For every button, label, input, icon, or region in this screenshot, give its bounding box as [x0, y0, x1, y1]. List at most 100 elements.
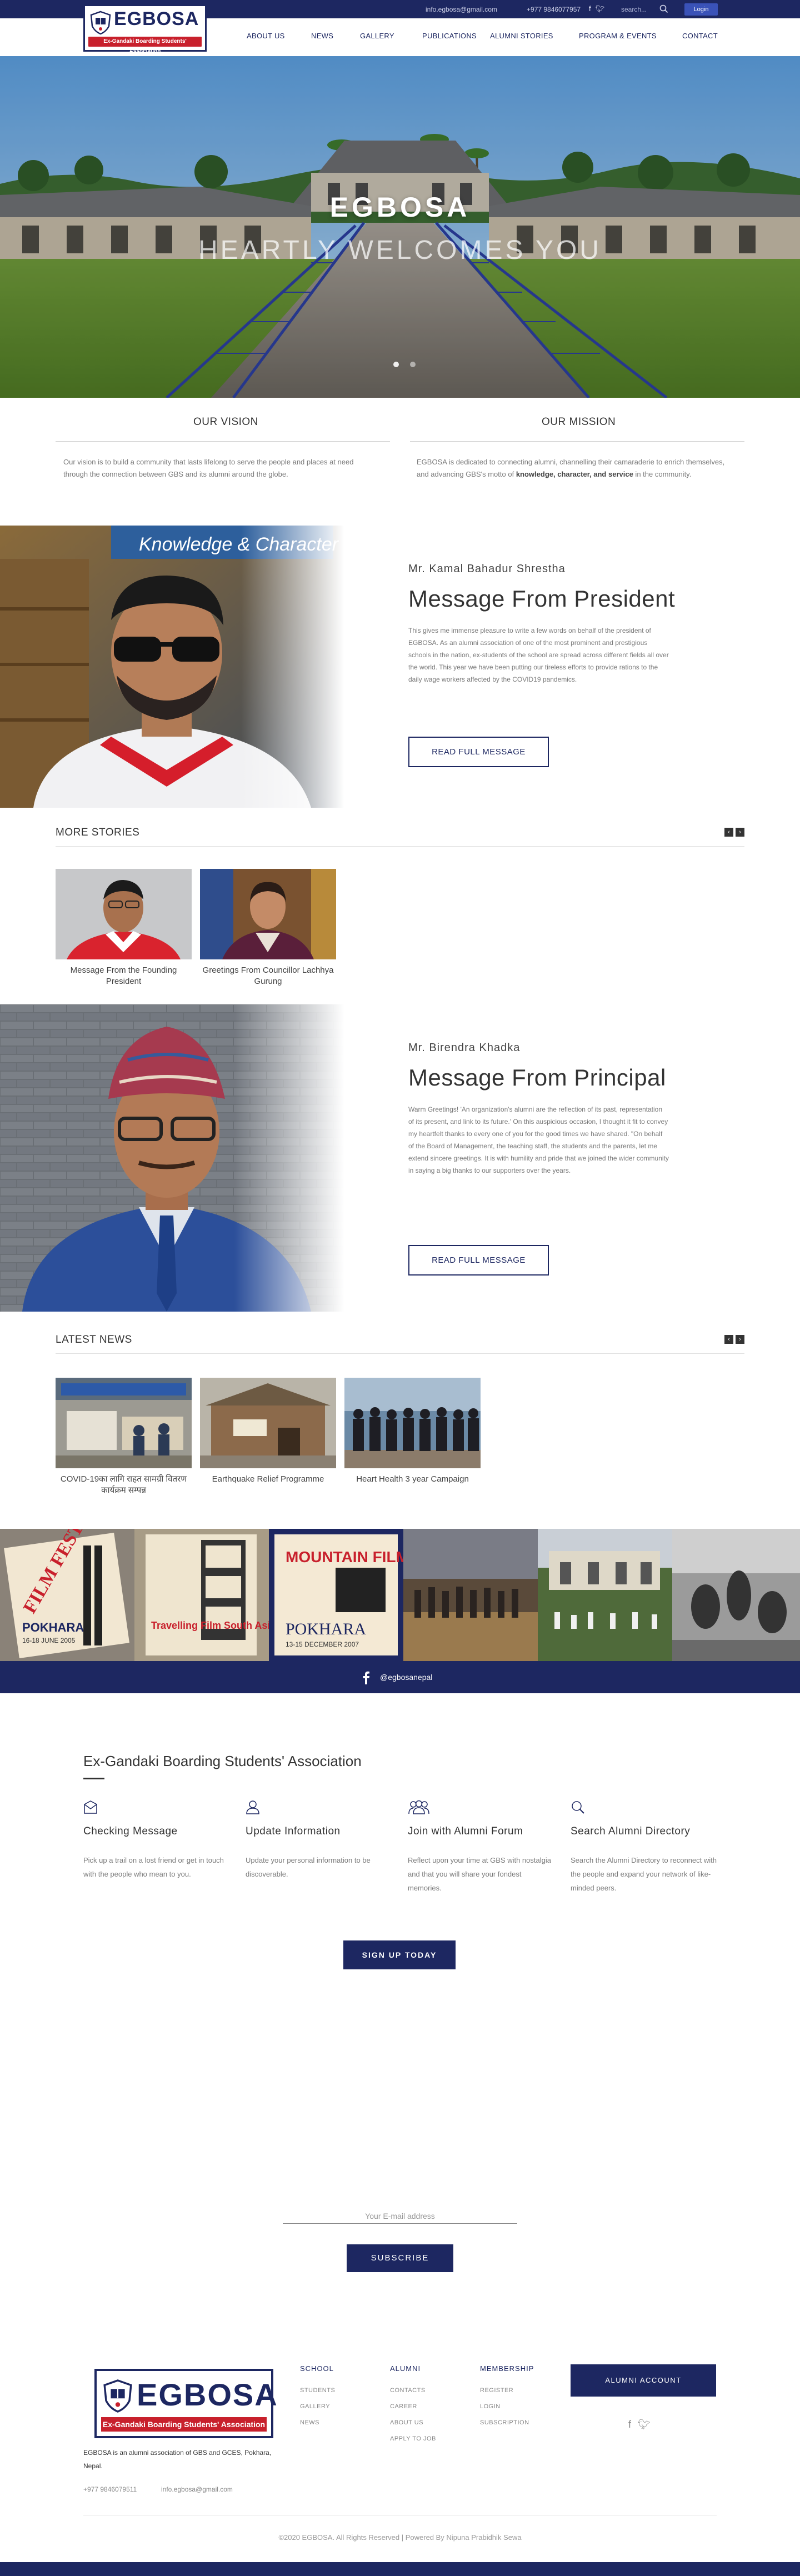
mission-text: EGBOSA is dedicated to connecting alumni…	[417, 458, 725, 478]
subscribe-button[interactable]: SUBSCRIBE	[347, 2244, 453, 2272]
topbar-email[interactable]: info.egbosa@gmail.com	[426, 6, 497, 13]
next-arrow-icon[interactable]: ›	[736, 828, 744, 837]
nav-about-us[interactable]: ABOUT US	[247, 32, 285, 40]
news-thumbnail	[56, 1378, 192, 1468]
sign-up-button[interactable]: SIGN UP TODAY	[343, 1940, 456, 1969]
user-icon	[246, 1800, 259, 1814]
twitter-icon[interactable]: 🐦︎	[638, 2419, 657, 2430]
story-thumbnail	[56, 869, 192, 959]
hero-photo	[0, 56, 800, 398]
hero-slider[interactable]: EGBOSA HEARTLY WELCOMES YOU	[0, 56, 800, 398]
news-arrows: ‹ ›	[722, 1334, 744, 1344]
footer-tagline: Ex-Gandaki Boarding Students' Associatio…	[101, 2417, 267, 2432]
nav-program-events[interactable]: PROGRAM & EVENTS	[579, 32, 657, 40]
news-caption[interactable]: COVID-19का लागि राहत सामग्री वितरण कार्य…	[56, 1474, 192, 1496]
nav-alumni-stories[interactable]: ALUMNI STORIES	[490, 32, 553, 40]
news-caption[interactable]: Earthquake Relief Programme	[200, 1474, 336, 1485]
twitter-icon[interactable]: 🐦︎	[596, 4, 609, 13]
gallery-image	[403, 1529, 538, 1661]
login-button[interactable]: Login	[684, 3, 718, 16]
footer-email[interactable]: info.egbosa@gmail.com	[161, 2485, 233, 2493]
footer-link[interactable]: ABOUT US	[390, 2419, 436, 2426]
topbar-phone[interactable]: +977 9846077957	[527, 6, 581, 13]
hero-subtitle: HEARTLY WELCOMES YOU	[198, 236, 602, 265]
nav-news[interactable]: NEWS	[311, 32, 333, 40]
principal-title: Message From Principal	[408, 1064, 666, 1091]
read-president-message-button[interactable]: READ FULL MESSAGE	[408, 737, 549, 767]
stories-arrows: ‹ ›	[722, 827, 744, 837]
hero-title: EGBOSA	[329, 192, 471, 223]
site-logo[interactable]: EGBOSA Ex-Gandaki Boarding Students' Ass…	[83, 4, 207, 54]
footer-link[interactable]: SUBSCRIPTION	[480, 2419, 534, 2426]
prev-arrow-icon[interactable]: ‹	[724, 1335, 733, 1344]
feature-checking-message: Checking Message Pick up a trail on a lo…	[83, 1800, 231, 1881]
footer-link[interactable]: GALLERY	[300, 2403, 335, 2410]
gallery-image: MOUNTAIN FILM '07 POKHARA 13-15 DECEMBER…	[269, 1529, 403, 1661]
vision-text: Our vision is to build a community that …	[63, 458, 354, 478]
social-handle[interactable]: @egbosanepal	[380, 1673, 432, 1682]
facebook-icon[interactable]: f	[628, 2419, 638, 2430]
slider-dots	[393, 360, 427, 370]
footer-link[interactable]: STUDENTS	[300, 2387, 335, 2394]
footer-link[interactable]: REGISTER	[480, 2387, 534, 2394]
footer-link[interactable]: LOGIN	[480, 2403, 534, 2410]
association-title: Ex-Gandaki Boarding Students' Associatio…	[83, 1753, 362, 1769]
news-thumbnail	[200, 1378, 336, 1468]
read-principal-message-button[interactable]: READ FULL MESSAGE	[408, 1245, 549, 1276]
next-arrow-icon[interactable]: ›	[736, 1335, 744, 1344]
facebook-icon[interactable]	[359, 1670, 373, 1684]
story-card[interactable]: Greetings From Councillor Lachhya Gurung	[200, 869, 336, 987]
footer-copyright: ©2020 EGBOSA. All Rights Reserved | Powe…	[278, 2533, 522, 2542]
president-title: Message From President	[408, 586, 676, 612]
story-caption[interactable]: Message From the Founding President	[56, 965, 192, 987]
footer-column-school: SCHOOL STUDENTS GALLERY NEWS	[300, 2364, 335, 2435]
vision-mission-section: OUR VISION Our vision is to build a comm…	[0, 398, 800, 526]
footer-phone[interactable]: +977 9846079511	[83, 2485, 137, 2493]
feature-title: Join with Alumni Forum	[408, 1825, 523, 1837]
footer-link[interactable]: CONTACTS	[390, 2387, 436, 2394]
facebook-icon[interactable]: f	[589, 4, 596, 13]
search-input[interactable]	[621, 5, 658, 14]
footer-bottom-bar	[0, 2562, 800, 2576]
mission-divider	[410, 441, 744, 442]
principal-photo	[0, 1004, 344, 1312]
news-divider	[56, 1353, 744, 1354]
users-icon	[408, 1800, 429, 1814]
search-icon[interactable]	[659, 4, 669, 14]
story-thumbnail	[200, 869, 336, 959]
news-card[interactable]: COVID-19का लागि राहत सामग्री वितरण कार्य…	[56, 1378, 192, 1496]
gallery-image	[538, 1529, 672, 1661]
footer-link[interactable]: NEWS	[300, 2419, 335, 2426]
feature-text: Update your personal information to be d…	[246, 1856, 371, 1878]
nav-gallery[interactable]: GALLERY	[360, 32, 394, 40]
president-photo: Knowledge & Character	[0, 526, 344, 808]
prev-arrow-icon[interactable]: ‹	[724, 828, 733, 837]
news-card[interactable]: Earthquake Relief Programme	[200, 1378, 336, 1485]
feature-text: Search the Alumni Directory to reconnect…	[571, 1856, 717, 1892]
nav-contact[interactable]: CONTACT	[682, 32, 718, 40]
more-stories-heading: MORE STORIES	[56, 827, 140, 838]
feature-update-information: Update Information Update your personal …	[246, 1800, 393, 1881]
slider-dot[interactable]	[393, 362, 399, 367]
feature-alumni-forum: Join with Alumni Forum Reflect upon your…	[408, 1800, 555, 1895]
news-caption[interactable]: Heart Health 3 year Campaign	[344, 1474, 481, 1485]
alumni-account-button[interactable]: ALUMNI ACCOUNT	[571, 2364, 716, 2397]
news-card[interactable]: Heart Health 3 year Campaign	[344, 1378, 481, 1485]
footer-link[interactable]: CAREER	[390, 2403, 436, 2410]
gallery-strip[interactable]: FILM FESTIVAL POKHARA 16-18 JUNE 2005 Tr…	[0, 1529, 800, 1661]
gallery-image: Travelling Film South Asia 2004	[134, 1529, 269, 1661]
nav-publications[interactable]: PUBLICATIONS	[422, 32, 477, 40]
gallery-image: FILM FESTIVAL POKHARA 16-18 JUNE 2005	[0, 1529, 134, 1661]
subscribe-email-input[interactable]	[283, 2208, 517, 2224]
slider-dot[interactable]	[410, 362, 416, 367]
footer-social: f🐦︎	[628, 2419, 657, 2430]
footer-link[interactable]: APPLY TO JOB	[390, 2435, 436, 2442]
story-caption[interactable]: Greetings From Councillor Lachhya Gurung	[200, 965, 336, 987]
story-card[interactable]: Message From the Founding President	[56, 869, 192, 987]
stories-divider	[56, 846, 744, 847]
poster-text: 13-15 DECEMBER 2007	[286, 1640, 359, 1648]
footer-logo[interactable]: EGBOSA Ex-Gandaki Boarding Students' Ass…	[94, 2369, 277, 2438]
emblem-icon	[103, 2379, 132, 2413]
poster-text: POKHARA	[22, 1620, 84, 1634]
president-message-section: Knowledge & Character Mr. Kamal Bahadur …	[0, 526, 800, 808]
